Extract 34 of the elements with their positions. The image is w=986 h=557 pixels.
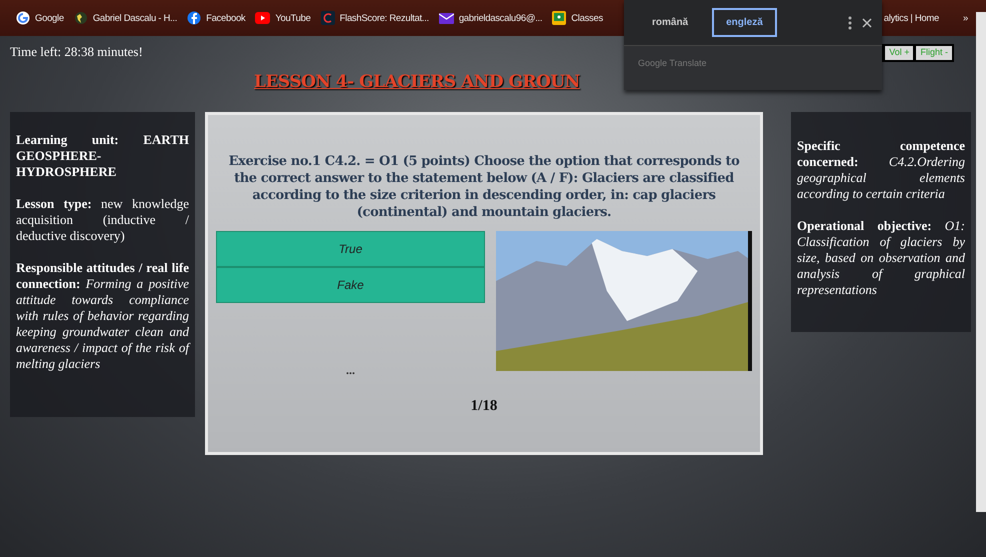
info-paragraph: Lesson type: new knowledge acquisition (inductive / deductive discovery) xyxy=(16,196,189,244)
info-paragraph: Responsible attitudes / real life connection: Forming a positive attitude towards compliance with rules of behavior regarding keeping groundwater clean and awareness / impact of the risk of melting glaciers xyxy=(16,260,189,372)
g-letter-icon xyxy=(16,11,30,25)
f-letter-icon xyxy=(187,11,202,25)
language-tab[interactable]: română xyxy=(638,8,702,37)
answer-option[interactable]: Fake xyxy=(216,267,485,303)
bookmark[interactable]: YouTube xyxy=(255,12,311,24)
classroom-icon xyxy=(552,11,566,25)
answer-option[interactable]: True xyxy=(216,231,485,267)
bookmark[interactable]: Gabriel Dascalu - H... xyxy=(74,11,178,25)
objective-paragraph: Operational objective: O1: Classification of glaciers by size, based on observation and analysis of graphical representations xyxy=(797,218,965,298)
close-icon[interactable] xyxy=(862,18,872,28)
more-options-icon[interactable] xyxy=(848,16,852,30)
timer-text: Time left: 28:38 minutes! xyxy=(10,44,143,61)
play-icon xyxy=(255,12,270,24)
lesson-title: LESSON 4- GLACIERS AND GROUN xyxy=(254,72,581,92)
ellipsis-text: ... xyxy=(346,363,355,378)
bookmark[interactable]: gabrieldascalu96@... xyxy=(438,12,542,24)
language-tab[interactable]: engleză xyxy=(712,8,777,37)
bookmark[interactable]: FlashScore: Rezultat... xyxy=(320,11,429,25)
bookmark[interactable]: Google xyxy=(16,11,64,25)
popup-footer-text: Google Translate xyxy=(637,57,708,70)
more-bookmarks-button[interactable]: » xyxy=(963,12,968,24)
scrollbar[interactable] xyxy=(976,12,986,512)
bookmark[interactable]: Facebook xyxy=(187,11,246,25)
globe-icon xyxy=(74,11,88,25)
question-text: Exercise no.1 C4.2. = O1 (5 points) Choose the option that corresponds to the correct answer to the statement below (A / F): Glaciers are classified according to the size criterion in descending order, in: cap glaciers (continental) and mountain glaciers. xyxy=(228,153,740,221)
objective-paragraph: Specific competence concerned: C4.2.Ordering geographical elements according to certain criteria xyxy=(797,138,965,202)
progress-text: 1/18 xyxy=(470,398,498,415)
bookmark[interactable]: alytics | Home xyxy=(880,12,940,24)
envelope-icon xyxy=(438,12,454,24)
info-paragraph: Learning unit: EARTH GEOSPHERE-HYDROSPHERE xyxy=(16,132,189,180)
bookmark[interactable]: Classes xyxy=(552,11,603,25)
c-logo-icon xyxy=(320,11,335,25)
